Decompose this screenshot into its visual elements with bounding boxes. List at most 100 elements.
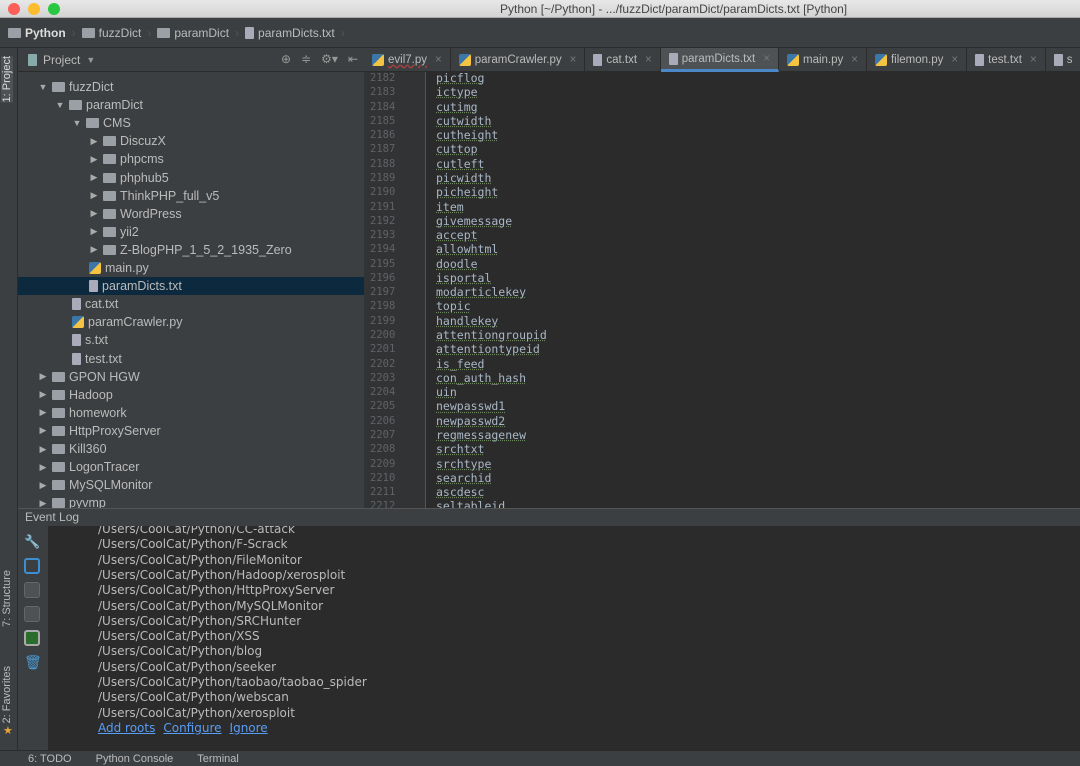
- tree-item[interactable]: ▶ DiscuzX: [18, 132, 364, 150]
- expanded-arrow-icon[interactable]: ▼: [55, 100, 65, 110]
- editor-tabs: evil7.py × paramCrawler.py × cat.txt × paramDi…: [364, 48, 1080, 72]
- log-link-add-roots[interactable]: Add roots: [98, 721, 155, 735]
- editor-tab[interactable]: paramCrawler.py ×: [451, 48, 586, 72]
- collapsed-arrow-icon[interactable]: ▶: [89, 190, 99, 201]
- line-number: 2183: [370, 86, 396, 99]
- log-line: /Users/CoolCat/Python/FileMonitor: [98, 552, 302, 567]
- python-console-tab[interactable]: Python Console: [96, 753, 174, 765]
- favorites-tool-tab[interactable]: 2: Favorites: [1, 666, 13, 723]
- tree-item[interactable]: ▶ GPON HGW: [18, 368, 364, 386]
- structure-tool-tab[interactable]: 7: Structure: [1, 570, 13, 627]
- collapse-all-icon[interactable]: ≑: [301, 52, 311, 66]
- mark-read-icon[interactable]: [24, 630, 40, 646]
- collapsed-arrow-icon[interactable]: ▶: [89, 244, 99, 255]
- collapsed-arrow-icon[interactable]: ▶: [38, 425, 48, 436]
- tree-item[interactable]: ▶ ThinkPHP_full_v5: [18, 187, 364, 205]
- line-number: 2185: [370, 114, 396, 127]
- tree-item-label: Kill360: [69, 442, 107, 456]
- collapsed-arrow-icon[interactable]: ▶: [38, 462, 48, 473]
- tree-item[interactable]: ▶ Kill360: [18, 440, 364, 458]
- tree-item[interactable]: ▶ pyvmp: [18, 494, 364, 508]
- collapsed-arrow-icon[interactable]: ▶: [38, 444, 48, 455]
- tree-item[interactable]: ▶ phphub5: [18, 169, 364, 187]
- collapsed-arrow-icon[interactable]: ▶: [38, 389, 48, 400]
- collapsed-arrow-icon[interactable]: ▶: [89, 154, 99, 165]
- todo-tab[interactable]: 6: TODO: [28, 753, 72, 765]
- editor-tab[interactable]: paramDicts.txt ×: [660, 48, 779, 72]
- trash-icon[interactable]: 🗑: [24, 654, 42, 670]
- editor-tab[interactable]: cat.txt ×: [585, 48, 661, 72]
- close-window-button[interactable]: [8, 3, 20, 15]
- editor-tab[interactable]: s: [1046, 48, 1080, 72]
- editor-tab[interactable]: evil7.py ×: [364, 48, 451, 72]
- tree-item[interactable]: ▼ paramDict: [18, 96, 364, 114]
- editor-tab[interactable]: main.py ×: [779, 48, 867, 72]
- scroll-to-end-icon[interactable]: [24, 606, 40, 622]
- collapsed-arrow-icon[interactable]: ▶: [38, 407, 48, 418]
- tree-item[interactable]: ▶ yii2: [18, 223, 364, 241]
- maximize-window-button[interactable]: [48, 3, 60, 15]
- collapsed-arrow-icon[interactable]: ▶: [38, 480, 48, 491]
- expanded-arrow-icon[interactable]: ▼: [38, 82, 48, 92]
- close-tab-icon[interactable]: ×: [851, 54, 858, 66]
- chevron-down-icon[interactable]: ▼: [86, 55, 95, 65]
- tree-item[interactable]: ▶ WordPress: [18, 205, 364, 223]
- editor[interactable]: 2182 2183 2184 2185 2186 2187 2188 2189 2190 2191…: [364, 72, 1080, 508]
- tree-item[interactable]: ▶ phpcms: [18, 150, 364, 168]
- minimize-window-button[interactable]: [28, 3, 40, 15]
- editor-tab[interactable]: filemon.py ×: [867, 48, 968, 72]
- tree-item[interactable]: s.txt: [18, 331, 364, 349]
- tab-label: cat.txt: [606, 54, 638, 66]
- tree-item[interactable]: ▶ Hadoop: [18, 386, 364, 404]
- collapsed-arrow-icon[interactable]: ▶: [89, 208, 99, 219]
- settings-wrench-icon[interactable]: 🔧: [24, 534, 40, 550]
- tree-item[interactable]: paramCrawler.py: [18, 313, 364, 331]
- code-line: doodle: [436, 256, 478, 271]
- tree-item[interactable]: ▶ homework: [18, 404, 364, 422]
- close-tab-icon[interactable]: ×: [1030, 54, 1037, 66]
- tree-item[interactable]: paramDicts.txt: [18, 277, 364, 296]
- code-line: cutimg: [436, 99, 478, 114]
- line-number: 2182: [370, 72, 396, 84]
- close-tab-icon[interactable]: ×: [645, 54, 652, 66]
- tree-item[interactable]: test.txt: [18, 350, 364, 368]
- gear-icon[interactable]: ⚙▾: [321, 52, 338, 66]
- editor-tab[interactable]: test.txt ×: [967, 48, 1046, 72]
- tree-item[interactable]: cat.txt: [18, 295, 364, 313]
- tree-item[interactable]: main.py: [18, 259, 364, 277]
- close-tab-icon[interactable]: ×: [763, 53, 770, 65]
- code-line: cutwidth: [436, 113, 492, 128]
- tree-item-label: test.txt: [85, 351, 122, 366]
- log-link-configure[interactable]: Configure: [163, 721, 221, 735]
- tree-item[interactable]: ▶ Z-BlogPHP_1_5_2_1935_Zero: [18, 241, 364, 259]
- collapsed-arrow-icon[interactable]: ▶: [38, 371, 48, 382]
- log-line: /Users/CoolCat/Python/CC-attack: [98, 526, 295, 536]
- collapsed-arrow-icon[interactable]: ▶: [89, 136, 99, 147]
- collapsed-arrow-icon[interactable]: ▶: [89, 226, 99, 237]
- close-tab-icon[interactable]: ×: [435, 54, 442, 66]
- breadcrumb-paramdict[interactable]: paramDict: [157, 26, 229, 40]
- close-tab-icon[interactable]: ×: [570, 54, 577, 66]
- tree-item[interactable]: ▼ CMS: [18, 114, 364, 132]
- close-tab-icon[interactable]: ×: [951, 54, 958, 66]
- tree-item[interactable]: ▶ HttpProxyServer: [18, 422, 364, 440]
- breadcrumb-file[interactable]: paramDicts.txt: [245, 26, 335, 40]
- line-number: 2191: [370, 200, 396, 213]
- tree-item[interactable]: ▶ MySQLMonitor: [18, 476, 364, 494]
- terminal-tab[interactable]: Terminal: [197, 753, 239, 765]
- breadcrumb-fuzzdict[interactable]: fuzzDict: [81, 26, 141, 40]
- locate-icon[interactable]: ⊕: [281, 52, 291, 66]
- log-link-ignore[interactable]: Ignore: [230, 721, 268, 735]
- project-view-selector[interactable]: Project: [43, 53, 80, 67]
- collapsed-arrow-icon[interactable]: ▶: [89, 172, 99, 183]
- collapsed-arrow-icon[interactable]: ▶: [38, 498, 48, 508]
- tree-item[interactable]: ▶ LogonTracer: [18, 458, 364, 476]
- soft-wrap-icon[interactable]: [24, 582, 40, 598]
- breadcrumb-python[interactable]: Python: [8, 26, 66, 40]
- balloon-icon[interactable]: [24, 558, 40, 574]
- project-tool-tab[interactable]: 1: Project: [1, 56, 13, 103]
- tree-item[interactable]: ▼ fuzzDict: [18, 78, 364, 96]
- hide-panel-icon[interactable]: ⇤: [348, 52, 358, 66]
- expanded-arrow-icon[interactable]: ▼: [72, 118, 82, 128]
- code-line: srchtxt: [436, 442, 485, 457]
